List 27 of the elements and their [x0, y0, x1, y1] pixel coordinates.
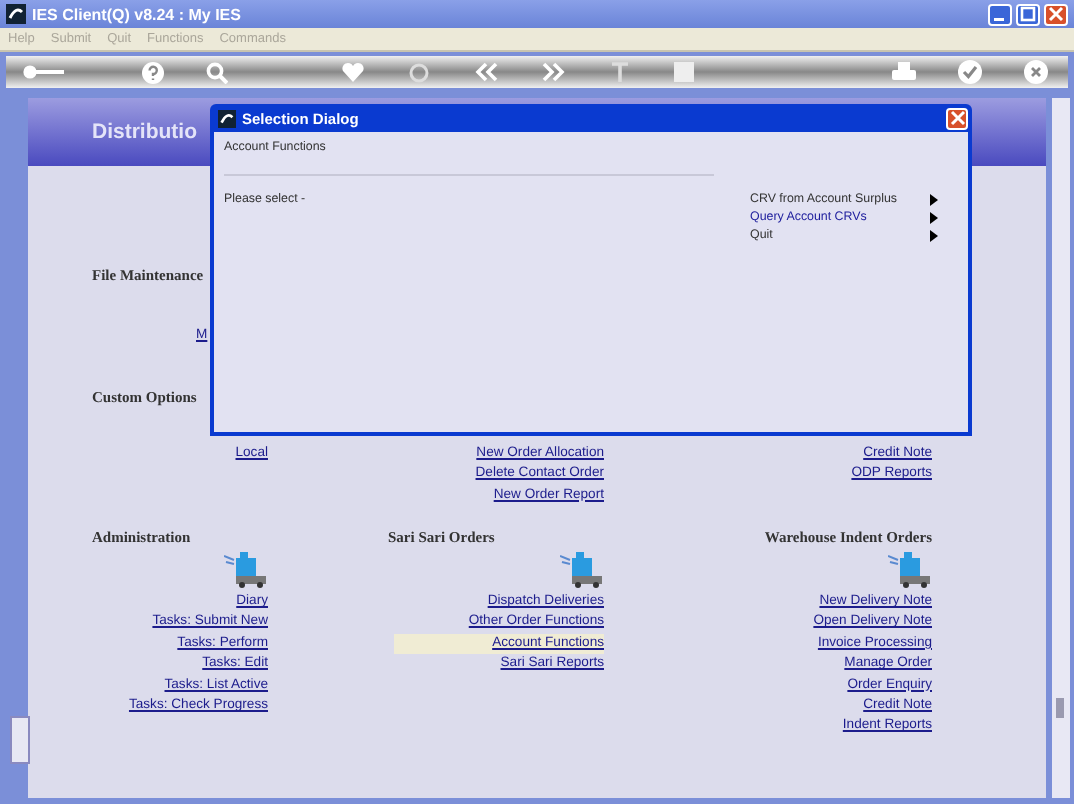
- close-button[interactable]: [946, 107, 968, 129]
- app-logo-icon: [218, 109, 236, 127]
- search-icon[interactable]: [206, 61, 228, 83]
- t-shape-icon[interactable]: [609, 61, 629, 83]
- window-title: IES Client(Q) v8.24 : My IES: [32, 5, 241, 23]
- heart-icon[interactable]: [341, 62, 363, 82]
- close-icon: [1048, 6, 1064, 22]
- page-title: Distributio: [92, 120, 197, 144]
- maximize-icon: [1020, 6, 1036, 22]
- printer-icon[interactable]: [892, 61, 916, 83]
- refresh-icon[interactable]: [407, 61, 429, 83]
- check-icon[interactable]: [958, 60, 982, 84]
- key-icon[interactable]: [22, 64, 66, 80]
- help-icon[interactable]: [142, 61, 164, 83]
- close-button[interactable]: [1044, 3, 1068, 25]
- truck-icon: [560, 552, 604, 588]
- truck-icon: [888, 552, 932, 588]
- minimize-button[interactable]: [988, 3, 1012, 25]
- close-icon: [949, 110, 965, 126]
- app-logo-icon: [6, 4, 26, 24]
- fast-forward-icon[interactable]: [541, 62, 565, 82]
- rewind-icon[interactable]: [473, 62, 497, 82]
- truck-icon: [224, 552, 268, 588]
- maximize-button[interactable]: [1016, 3, 1040, 25]
- close-icon[interactable]: [1024, 60, 1048, 84]
- stop-icon[interactable]: [673, 62, 693, 82]
- collapsed-side-panel[interactable]: [10, 716, 30, 764]
